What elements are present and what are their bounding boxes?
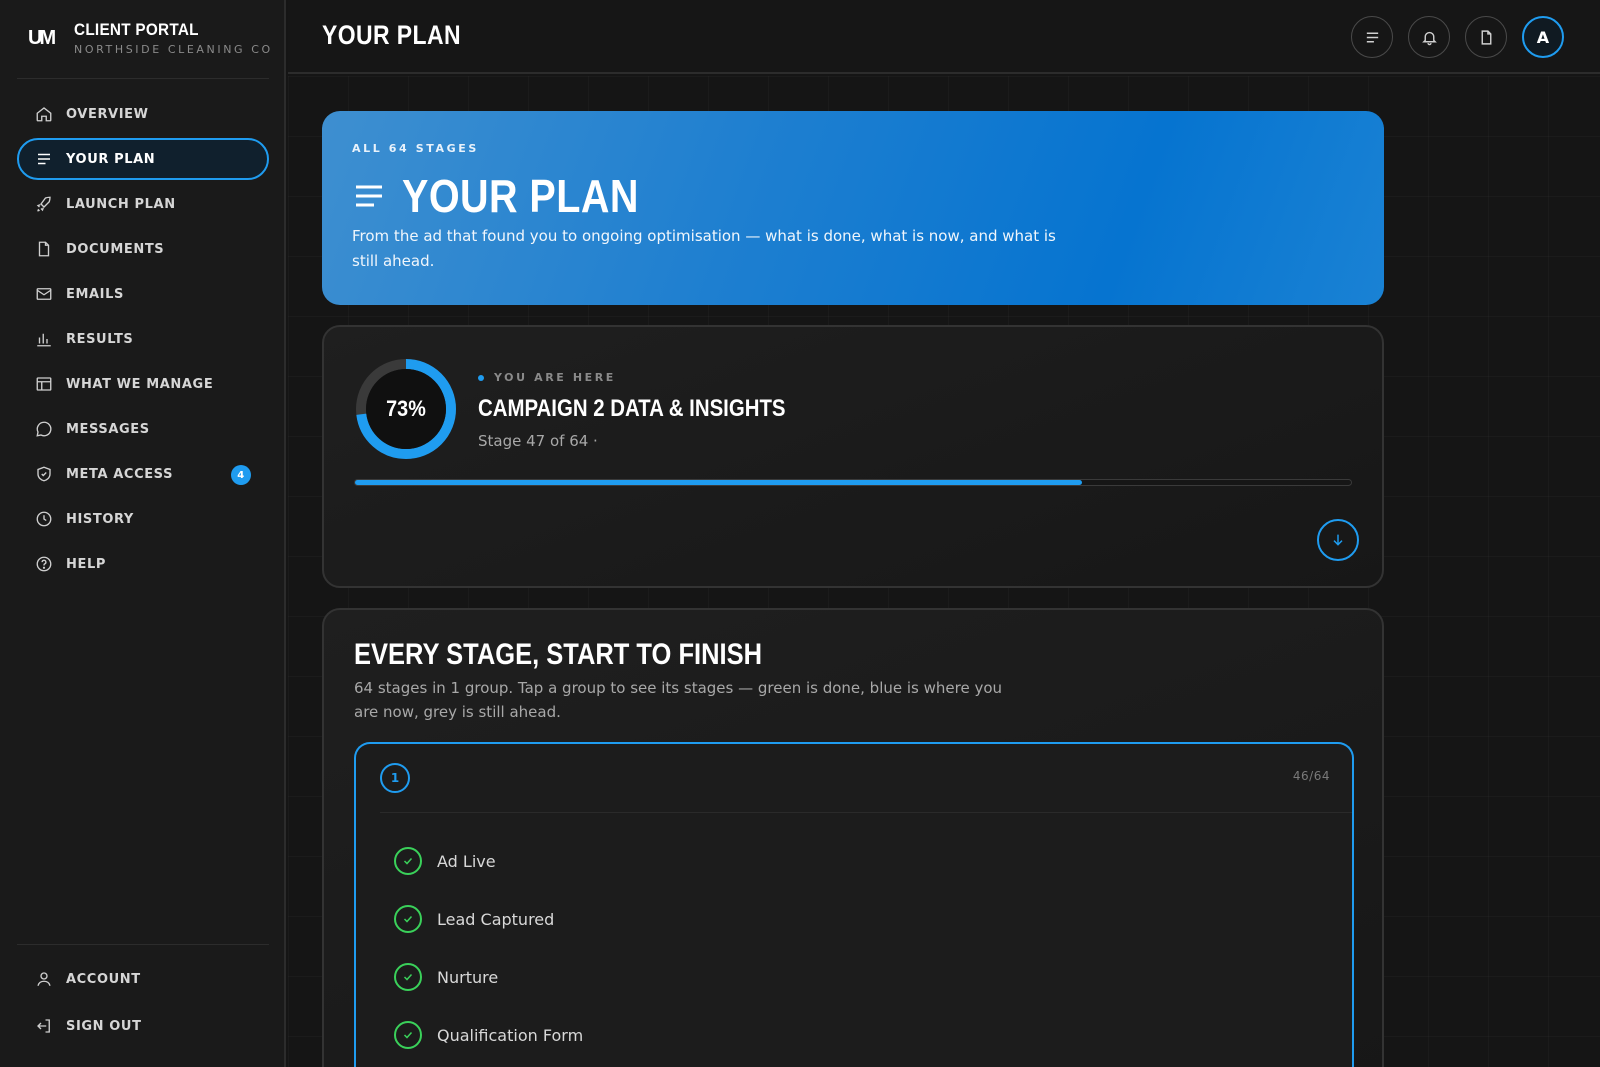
user-icon	[37, 972, 51, 986]
sidebar-item-documents[interactable]: DOCUMENTS	[17, 228, 269, 270]
stages-title: EVERY STAGE, START TO FINISH	[354, 638, 763, 671]
group-divider	[380, 812, 1352, 813]
check-icon	[394, 847, 422, 875]
sidebar-item-sign-out[interactable]: SIGN OUT	[17, 1004, 269, 1048]
sidebar-item-messages[interactable]: MESSAGES	[17, 408, 269, 450]
home-icon	[36, 107, 52, 122]
bell-icon	[1421, 31, 1437, 45]
sidebar-divider	[17, 78, 269, 79]
sidebar: UM CLIENT PORTAL NORTHSIDE CLEANING CO O…	[0, 0, 286, 1067]
stage-label: Qualification Form	[437, 1025, 584, 1045]
sidebar-item-your-plan[interactable]: YOUR PLAN	[17, 138, 269, 180]
progress-percent: 73%	[386, 396, 426, 421]
page-title: YOUR PLAN	[322, 20, 461, 50]
topbar: YOUR PLAN A	[288, 0, 1600, 74]
hero-title: YOUR PLAN	[402, 170, 639, 222]
current-stage-subtitle: Stage 47 of 64 ·	[478, 432, 598, 450]
stage-item: Ad Live	[394, 832, 583, 890]
stage-item: Nurture	[394, 948, 583, 1006]
sidebar-item-account[interactable]: ACCOUNT	[17, 957, 269, 1001]
sidebar-item-what-we-manage[interactable]: WHAT WE MANAGE	[17, 363, 269, 405]
check-icon	[394, 963, 422, 991]
sidebar-item-launch-plan[interactable]: LAUNCH PLAN	[17, 183, 269, 225]
stages-description: 64 stages in 1 group. Tap a group to see…	[354, 679, 1003, 721]
arrow-down-icon	[1333, 534, 1343, 546]
stage-label: Ad Live	[437, 851, 496, 871]
layout-icon	[36, 377, 52, 391]
hero-banner: ALL 64 STAGES YOUR PLAN From the ad that…	[322, 111, 1384, 305]
sidebar-item-label: EMAILS	[66, 286, 124, 302]
sidebar-item-results[interactable]: RESULTS	[17, 318, 269, 360]
shield-icon	[37, 466, 51, 482]
sidebar-item-label: HELP	[66, 556, 106, 572]
sidebar-item-label: MESSAGES	[66, 421, 150, 437]
you-are-here-label: YOU ARE HERE	[478, 371, 616, 384]
stage-item: Lead Captured	[394, 890, 583, 948]
stage-label: Lead Captured	[437, 909, 555, 929]
clock-icon	[36, 511, 52, 527]
document-icon	[38, 241, 50, 257]
stage-group[interactable]: 1 46/64 Ad Live Lead Captured Nurture Qu…	[354, 742, 1354, 1067]
help-icon	[36, 556, 52, 572]
progress-bar-fill	[355, 480, 1083, 485]
menu-button[interactable]	[1351, 16, 1393, 58]
group-number: 1	[380, 763, 410, 793]
sidebar-nav: OVERVIEW YOUR PLAN LAUNCH PLAN DOCUMENTS…	[17, 93, 269, 588]
bar-chart-icon	[37, 333, 51, 347]
brand-subtitle: NORTHSIDE CLEANING CO	[74, 43, 273, 56]
current-stage-card: 73% YOU ARE HERE CAMPAIGN 2 DATA & INSIG…	[322, 325, 1384, 588]
chat-icon	[36, 421, 52, 437]
check-icon	[394, 905, 422, 933]
notification-badge: 4	[231, 465, 251, 485]
sidebar-item-label: YOUR PLAN	[66, 151, 156, 167]
check-icon	[394, 1021, 422, 1049]
avatar[interactable]: A	[1522, 16, 1564, 58]
sidebar-item-label: WHAT WE MANAGE	[66, 376, 214, 392]
sidebar-item-label: SIGN OUT	[66, 1018, 142, 1034]
sidebar-bottom-nav: ACCOUNT SIGN OUT	[17, 957, 269, 1051]
sign-out-icon	[37, 1019, 50, 1033]
sidebar-item-history[interactable]: HISTORY	[17, 498, 269, 540]
sidebar-item-label: HISTORY	[66, 511, 134, 527]
notifications-button[interactable]	[1408, 16, 1450, 58]
scroll-to-stage-button[interactable]	[1317, 519, 1359, 561]
main-content: ALL 64 STAGES YOUR PLAN From the ad that…	[288, 76, 1600, 1067]
stage-list: Ad Live Lead Captured Nurture Qualificat…	[394, 832, 583, 1064]
sidebar-item-overview[interactable]: OVERVIEW	[17, 93, 269, 135]
list-icon	[38, 153, 50, 165]
progress-bar	[354, 479, 1352, 486]
sidebar-item-emails[interactable]: EMAILS	[17, 273, 269, 315]
documents-button[interactable]	[1465, 16, 1507, 58]
rocket-icon	[36, 196, 51, 212]
document-icon	[1481, 29, 1491, 45]
sidebar-item-label: ACCOUNT	[66, 971, 141, 987]
mail-icon	[36, 288, 52, 300]
location-dot-icon	[478, 374, 484, 381]
sidebar-item-label: RESULTS	[66, 331, 134, 347]
sidebar-item-label: LAUNCH PLAN	[66, 196, 176, 212]
menu-icon	[1366, 32, 1378, 42]
sidebar-item-meta-access[interactable]: META ACCESS 4	[17, 453, 269, 495]
group-count: 46/64	[1292, 769, 1330, 783]
sidebar-item-label: META ACCESS	[66, 466, 174, 482]
brand-logo: UM	[28, 27, 56, 49]
all-stages-card: EVERY STAGE, START TO FINISH 64 stages i…	[322, 608, 1384, 1067]
hero-description: From the ad that found you to ongoing op…	[352, 227, 1056, 270]
sidebar-divider	[17, 944, 269, 945]
brand[interactable]: UM CLIENT PORTAL NORTHSIDE CLEANING CO	[28, 20, 273, 56]
sidebar-item-label: OVERVIEW	[66, 106, 149, 122]
stage-item: Qualification Form	[394, 1006, 583, 1064]
brand-title: CLIENT PORTAL	[74, 20, 199, 39]
sidebar-item-help[interactable]: HELP	[17, 543, 269, 585]
sidebar-item-label: DOCUMENTS	[66, 241, 165, 257]
stage-label: Nurture	[437, 967, 499, 987]
current-stage-title: CAMPAIGN 2 DATA & INSIGHTS	[478, 395, 786, 422]
hero-eyebrow: ALL 64 STAGES	[352, 142, 479, 155]
list-icon	[356, 185, 382, 207]
